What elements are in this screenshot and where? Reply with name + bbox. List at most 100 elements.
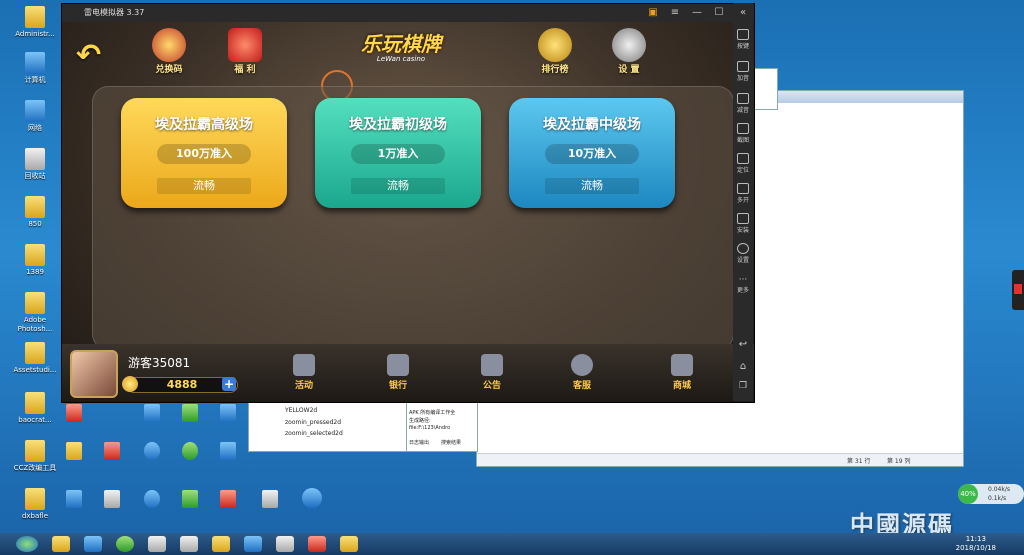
taskbar-browser-icon[interactable] bbox=[116, 536, 134, 552]
taskbar-app-icon[interactable] bbox=[276, 536, 294, 552]
edge-widget-icon bbox=[1014, 284, 1022, 294]
taskbar-computer-icon[interactable] bbox=[84, 536, 102, 552]
settings-button[interactable]: 设 置 bbox=[604, 28, 654, 75]
taskbar-app-icon[interactable] bbox=[148, 536, 166, 552]
list-item[interactable]: zoomin_selected2d bbox=[285, 430, 343, 437]
background-window-log[interactable]: APK 所有编译工作全 生成路径: file:F:\123\Andro 日志输出… bbox=[406, 398, 478, 452]
emulator-title: 雷电模拟器 3.37 bbox=[84, 8, 145, 17]
game-screen[interactable]: ↶ 兑换码 福 利 乐玩棋牌 LeWan casino 排行榜 设 置 埃及拉霸… bbox=[62, 22, 754, 402]
sidebar-item-volume-up[interactable]: 加音 bbox=[733, 61, 753, 82]
taskbar-explorer-icon[interactable] bbox=[52, 536, 70, 552]
avatar[interactable] bbox=[70, 350, 118, 398]
desktop-icon-ccz[interactable]: CCZ改编工具 bbox=[12, 440, 58, 473]
desktop-icon-network[interactable]: 网络 bbox=[12, 100, 58, 133]
room-card-mid[interactable]: 埃及拉霸中级场 10万准入 流畅 bbox=[509, 98, 675, 208]
tab-log-output[interactable]: 日志输出 bbox=[409, 439, 429, 446]
app-icon[interactable] bbox=[262, 490, 278, 508]
desktop-icon-baocrat[interactable]: baocrat... bbox=[12, 392, 58, 425]
menu-icon[interactable]: ≡ bbox=[666, 4, 684, 22]
desktop-icon-recycle-bin[interactable]: 回收站 bbox=[12, 148, 58, 181]
background-window-list[interactable]: YELLOW2d zoomin_pressed2d zoomin_selecte… bbox=[248, 398, 408, 452]
list-item[interactable]: zoomin_pressed2d bbox=[285, 419, 341, 426]
add-coins-button[interactable]: + bbox=[222, 377, 236, 391]
tab-search-results[interactable]: 搜索结果 bbox=[441, 439, 461, 446]
room-entry-requirement: 1万准入 bbox=[351, 144, 445, 164]
nav-activity[interactable]: 活动 bbox=[284, 354, 324, 391]
sidebar-item-volume-down[interactable]: 减音 bbox=[733, 93, 753, 114]
edge-widget[interactable] bbox=[1012, 270, 1024, 310]
background-window-small[interactable] bbox=[752, 68, 778, 110]
start-button[interactable] bbox=[16, 536, 38, 552]
app-icon[interactable] bbox=[220, 404, 236, 422]
sidebar-item-more[interactable]: ··· 更多 bbox=[733, 275, 753, 294]
taskbar-app-icon[interactable] bbox=[308, 536, 326, 552]
nav-shop[interactable]: 商城 bbox=[662, 354, 702, 391]
desktop-icon-computer[interactable]: 计算机 bbox=[12, 52, 58, 85]
folder-icon bbox=[25, 244, 45, 266]
rank-button[interactable]: 排行榜 bbox=[530, 28, 580, 75]
desktop-icon-administrator[interactable]: Administr... bbox=[12, 6, 58, 39]
sidebar-item-location[interactable]: 定位 bbox=[733, 153, 753, 174]
app-icon[interactable] bbox=[144, 404, 160, 422]
taskbar-app-icon[interactable] bbox=[180, 536, 198, 552]
emulator-window[interactable]: 雷电模拟器 3.37 ▣ ≡ — ☐ ✕ ↶ 兑换码 福 利 乐玩棋牌 LeWa… bbox=[61, 3, 755, 403]
bank-icon bbox=[387, 354, 409, 376]
gift-icon[interactable]: ▣ bbox=[644, 4, 662, 22]
sidebar-item-multi[interactable]: 多开 bbox=[733, 183, 753, 204]
game-logo: 乐玩棋牌 LeWan casino bbox=[345, 28, 457, 74]
app-icon[interactable] bbox=[302, 488, 322, 508]
desktop-icon-850[interactable]: 850 bbox=[12, 196, 58, 229]
scissors-icon bbox=[737, 123, 749, 134]
clock[interactable]: 11:13 2018/10/18 bbox=[956, 535, 996, 553]
emulator-sidebar: « 按键 加音 减音 截图 定位 多开 安装 设置 ··· 更多 ↩ ⌂ ❐ bbox=[733, 3, 753, 401]
upload-speed: 0.04k/s bbox=[988, 486, 1010, 493]
desktop-icon-1389[interactable]: 1389 bbox=[12, 244, 58, 277]
sidebar-item-screenshot[interactable]: 截图 bbox=[733, 123, 753, 144]
room-status: 流畅 bbox=[545, 178, 639, 194]
app-icon[interactable] bbox=[220, 490, 236, 508]
app-icon[interactable] bbox=[182, 404, 198, 422]
desktop-icon-assetstudio[interactable]: Assetstudi... bbox=[12, 342, 58, 375]
sidebar-item-settings[interactable]: 设置 bbox=[733, 243, 753, 264]
app-icon[interactable] bbox=[104, 442, 120, 460]
app-icon[interactable] bbox=[144, 442, 160, 460]
welfare-button[interactable]: 福 利 bbox=[220, 28, 270, 75]
taskbar-app-icon[interactable] bbox=[244, 536, 262, 552]
nav-notice[interactable]: 公告 bbox=[472, 354, 512, 391]
app-icon[interactable] bbox=[104, 490, 120, 508]
app-icon[interactable] bbox=[144, 490, 160, 508]
app-icon[interactable] bbox=[66, 490, 82, 508]
sidebar-item-install[interactable]: 安装 bbox=[733, 213, 753, 234]
nav-support[interactable]: 客服 bbox=[562, 354, 602, 391]
home-icon[interactable]: ⌂ bbox=[733, 361, 753, 372]
folder-icon bbox=[25, 196, 45, 218]
emulator-titlebar: 雷电模拟器 3.37 ▣ ≡ — ☐ ✕ bbox=[62, 4, 754, 22]
status-line: 第 31 行 bbox=[847, 458, 871, 465]
gear-icon bbox=[612, 28, 646, 62]
recent-apps-icon[interactable]: ❐ bbox=[733, 381, 753, 391]
app-icon[interactable] bbox=[66, 442, 82, 460]
folder-icon bbox=[25, 342, 45, 364]
desktop-icon-dxbafle[interactable]: dxbafle bbox=[12, 488, 58, 521]
maximize-button[interactable]: ☐ bbox=[710, 4, 728, 22]
sidebar-item-keys[interactable]: 按键 bbox=[733, 29, 753, 50]
minimize-button[interactable]: — bbox=[688, 4, 706, 22]
network-icon bbox=[25, 100, 45, 122]
app-icon[interactable] bbox=[220, 442, 236, 460]
nav-bank[interactable]: 银行 bbox=[378, 354, 418, 391]
taskbar-app-icon[interactable] bbox=[340, 536, 358, 552]
app-icon[interactable] bbox=[182, 490, 198, 508]
collapse-icon[interactable]: « bbox=[733, 7, 753, 18]
room-card-high[interactable]: 埃及拉霸高级场 100万准入 流畅 bbox=[121, 98, 287, 208]
back-arrow-icon[interactable]: ↶ bbox=[76, 38, 101, 73]
redeem-button[interactable]: 兑换码 bbox=[144, 28, 194, 75]
list-item[interactable]: YELLOW2d bbox=[285, 407, 317, 414]
room-card-beginner[interactable]: 埃及拉霸初级场 1万准入 流畅 bbox=[315, 98, 481, 208]
app-icon[interactable] bbox=[66, 404, 82, 422]
taskbar-app-icon[interactable] bbox=[212, 536, 230, 552]
multi-window-icon bbox=[737, 183, 749, 194]
app-icon[interactable] bbox=[182, 442, 198, 460]
back-icon[interactable]: ↩ bbox=[733, 339, 753, 350]
coin-icon bbox=[122, 376, 138, 392]
desktop-icon-photoshop[interactable]: Adobe Photosh... bbox=[12, 292, 58, 334]
